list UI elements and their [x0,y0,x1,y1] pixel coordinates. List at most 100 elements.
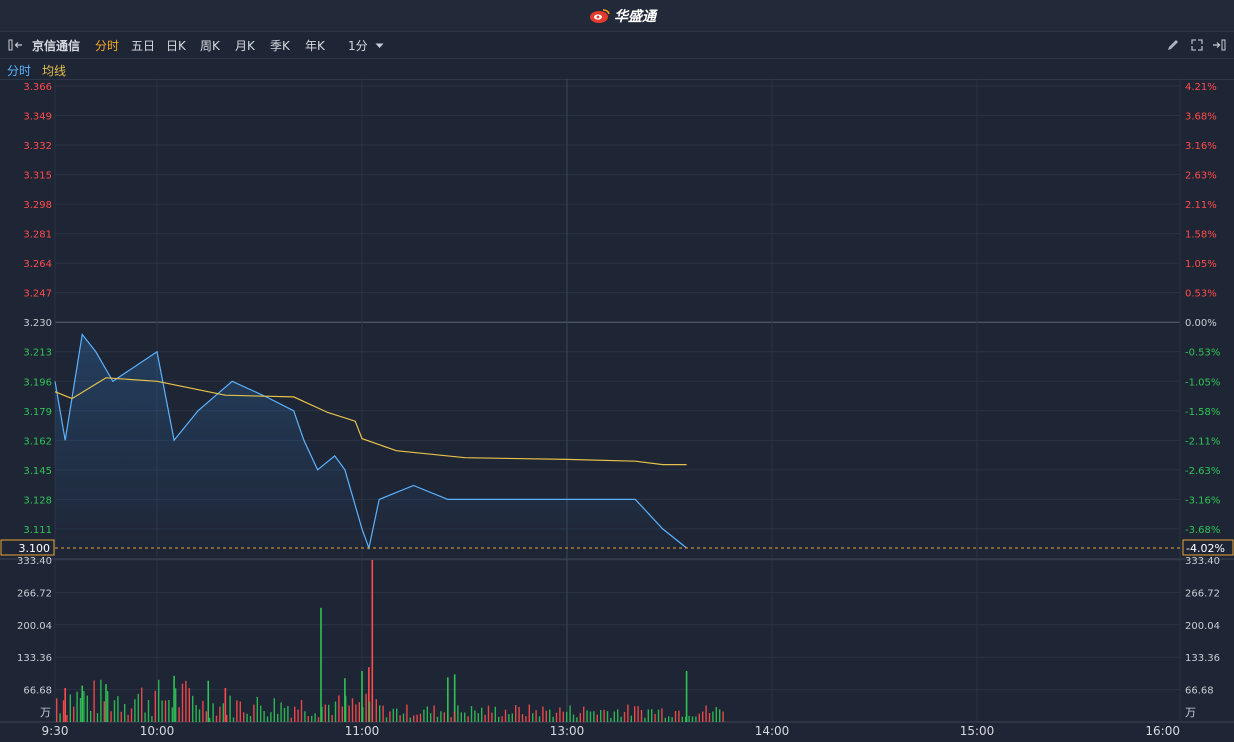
volume-bar-minor [460,712,462,722]
y-tick-label: 3.162 [23,436,52,447]
volume-bar-minor [236,700,238,722]
volume-bar-minor [654,713,656,722]
volume-bar-minor [722,711,724,722]
volume-bar-minor [147,699,150,722]
y-tick-label: 3.145 [23,466,52,477]
volume-bar-minor [409,717,411,722]
volume-bar-minor [688,715,690,722]
fullscreen-icon[interactable] [1190,38,1204,52]
volume-bar-minor [232,717,235,722]
volume-bar-minor [266,716,269,722]
volume-bar-minor [229,695,231,722]
volume-bar-minor [321,707,323,722]
volume-bar-minor [178,707,180,722]
volume-bar-minor [698,713,700,722]
volume-bar-minor [243,712,245,722]
volume-bar-minor [552,716,554,722]
tab-weekly-k[interactable]: 周K [200,37,220,54]
volume-bar-minor [504,709,507,722]
volume-bar-minor [436,716,439,722]
volume-bar-minor [117,696,119,722]
volume-bar-minor [685,716,687,722]
volume-bar-minor [402,713,405,722]
volume-bar-minor [345,695,347,722]
collapse-right-icon[interactable] [1211,38,1227,52]
tab-intraday[interactable]: 分时 [95,37,119,54]
y-tick-label: 0.53% [1185,289,1217,300]
volume-bar-minor [300,700,303,722]
volume-bar-minor [416,714,418,722]
volume-bar-minor [382,705,384,722]
volume-bar-minor [341,706,343,722]
x-tick-label: 10:00 [140,724,175,738]
volume-bar-minor [90,710,92,722]
volume-bar-minor [569,705,571,722]
volume-bar-minor [358,702,360,722]
volume-tick-label: 266.72 [17,588,52,599]
volume-bar-minor [579,713,581,722]
chevron-down-icon[interactable] [375,43,384,49]
volume-bar [64,687,66,722]
brand-logo-icon [590,9,610,23]
volume-unit-label: 万 [1185,706,1196,719]
volume-bar-minor [447,713,449,722]
intraday-chart: 3.366 3.349 3.332 3.315 3.298 3.281 3.264 3.247… [0,79,1234,738]
volume-bar-minor [620,716,622,722]
volume-bar-minor [253,704,255,722]
tab-quarterly-k[interactable]: 季K [270,37,290,54]
interval-select[interactable]: 1分 [348,37,368,54]
x-tick-label: 9:30 [42,724,69,738]
y-tick-label: 3.332 [23,141,52,152]
volume-bar-minor [494,706,496,722]
volume-bar-minor [610,717,612,722]
stock-name: 京信通信 [32,39,81,53]
tab-yearly-k[interactable]: 年K [305,37,325,54]
volume-bar-minor [702,711,704,722]
volume-bar-minor [705,705,707,722]
volume-bar-minor [586,710,588,722]
volume-bar-minor [606,711,609,722]
volume-bar-minor [613,711,615,722]
volume-bar-minor [712,711,714,722]
volume-bar-minor [141,687,143,722]
volume-bar-minor [559,707,561,722]
y-tick-label: 0.00% [1185,318,1217,329]
y-tick-label: 3.68% [1185,112,1217,123]
tab-daily-k[interactable]: 日K [166,37,186,54]
y-tick-label: -3.68% [1185,525,1220,536]
volume-bar-minor [113,700,116,722]
volume-bar-minor [392,708,394,722]
volume-bar-minor [127,714,129,722]
volume-bar-minor [158,679,160,722]
volume-tick-label: 66.68 [1185,686,1214,697]
volume-bar-minor [100,679,102,722]
volume-bar-minor [171,707,173,722]
volume-bar-minor [532,713,534,722]
volume-bar-minor [144,712,146,722]
volume-bar-minor [161,700,163,722]
volume-bar-minor [600,710,602,722]
volume-bar-minor [368,701,371,722]
volume-bar-minor [212,703,214,722]
volume-tick-label: 133.36 [17,653,52,664]
tab-monthly-k[interactable]: 月K [235,37,255,54]
volume-bar-minor [270,712,272,722]
volume-bar-minor [634,706,636,722]
volume-bar-minor [215,715,218,722]
volume-bar-minor [538,716,541,722]
pencil-icon[interactable] [1166,38,1180,52]
y-tick-label: 3.349 [23,112,52,123]
volume-bar-minor [331,714,333,722]
volume-bar-minor [110,711,112,722]
volume-bar [81,685,83,722]
volume-bar [207,680,210,722]
volume-bar-minor [481,707,483,722]
volume-bar-minor [256,696,258,722]
volume-bar-minor [647,709,649,722]
legend-average: 均线 [42,64,67,78]
volume-bar-minor [246,713,248,722]
tab-five-day[interactable]: 五日 [131,37,155,54]
volume-bar-minor [365,693,367,722]
collapse-left-icon[interactable] [8,39,24,51]
volume-bar-minor [651,709,653,722]
